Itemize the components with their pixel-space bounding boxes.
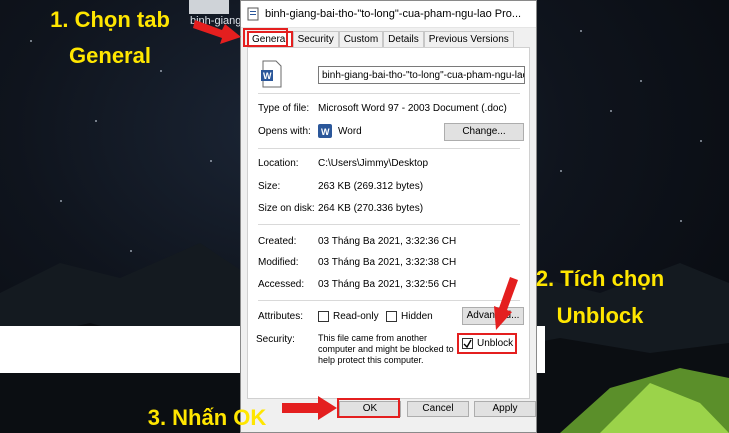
step1-text-line2: General	[69, 43, 151, 68]
step2-text-line2: Unblock	[556, 303, 644, 328]
step2-text-line1: 2. Tích chọn	[535, 266, 665, 291]
step1-text-line1: 1. Chọn tab	[50, 7, 170, 32]
arrow-to-ok	[282, 396, 337, 420]
step3-text: 3. Nhấn OK	[147, 405, 267, 430]
arrow-to-general-tab	[193, 20, 241, 44]
